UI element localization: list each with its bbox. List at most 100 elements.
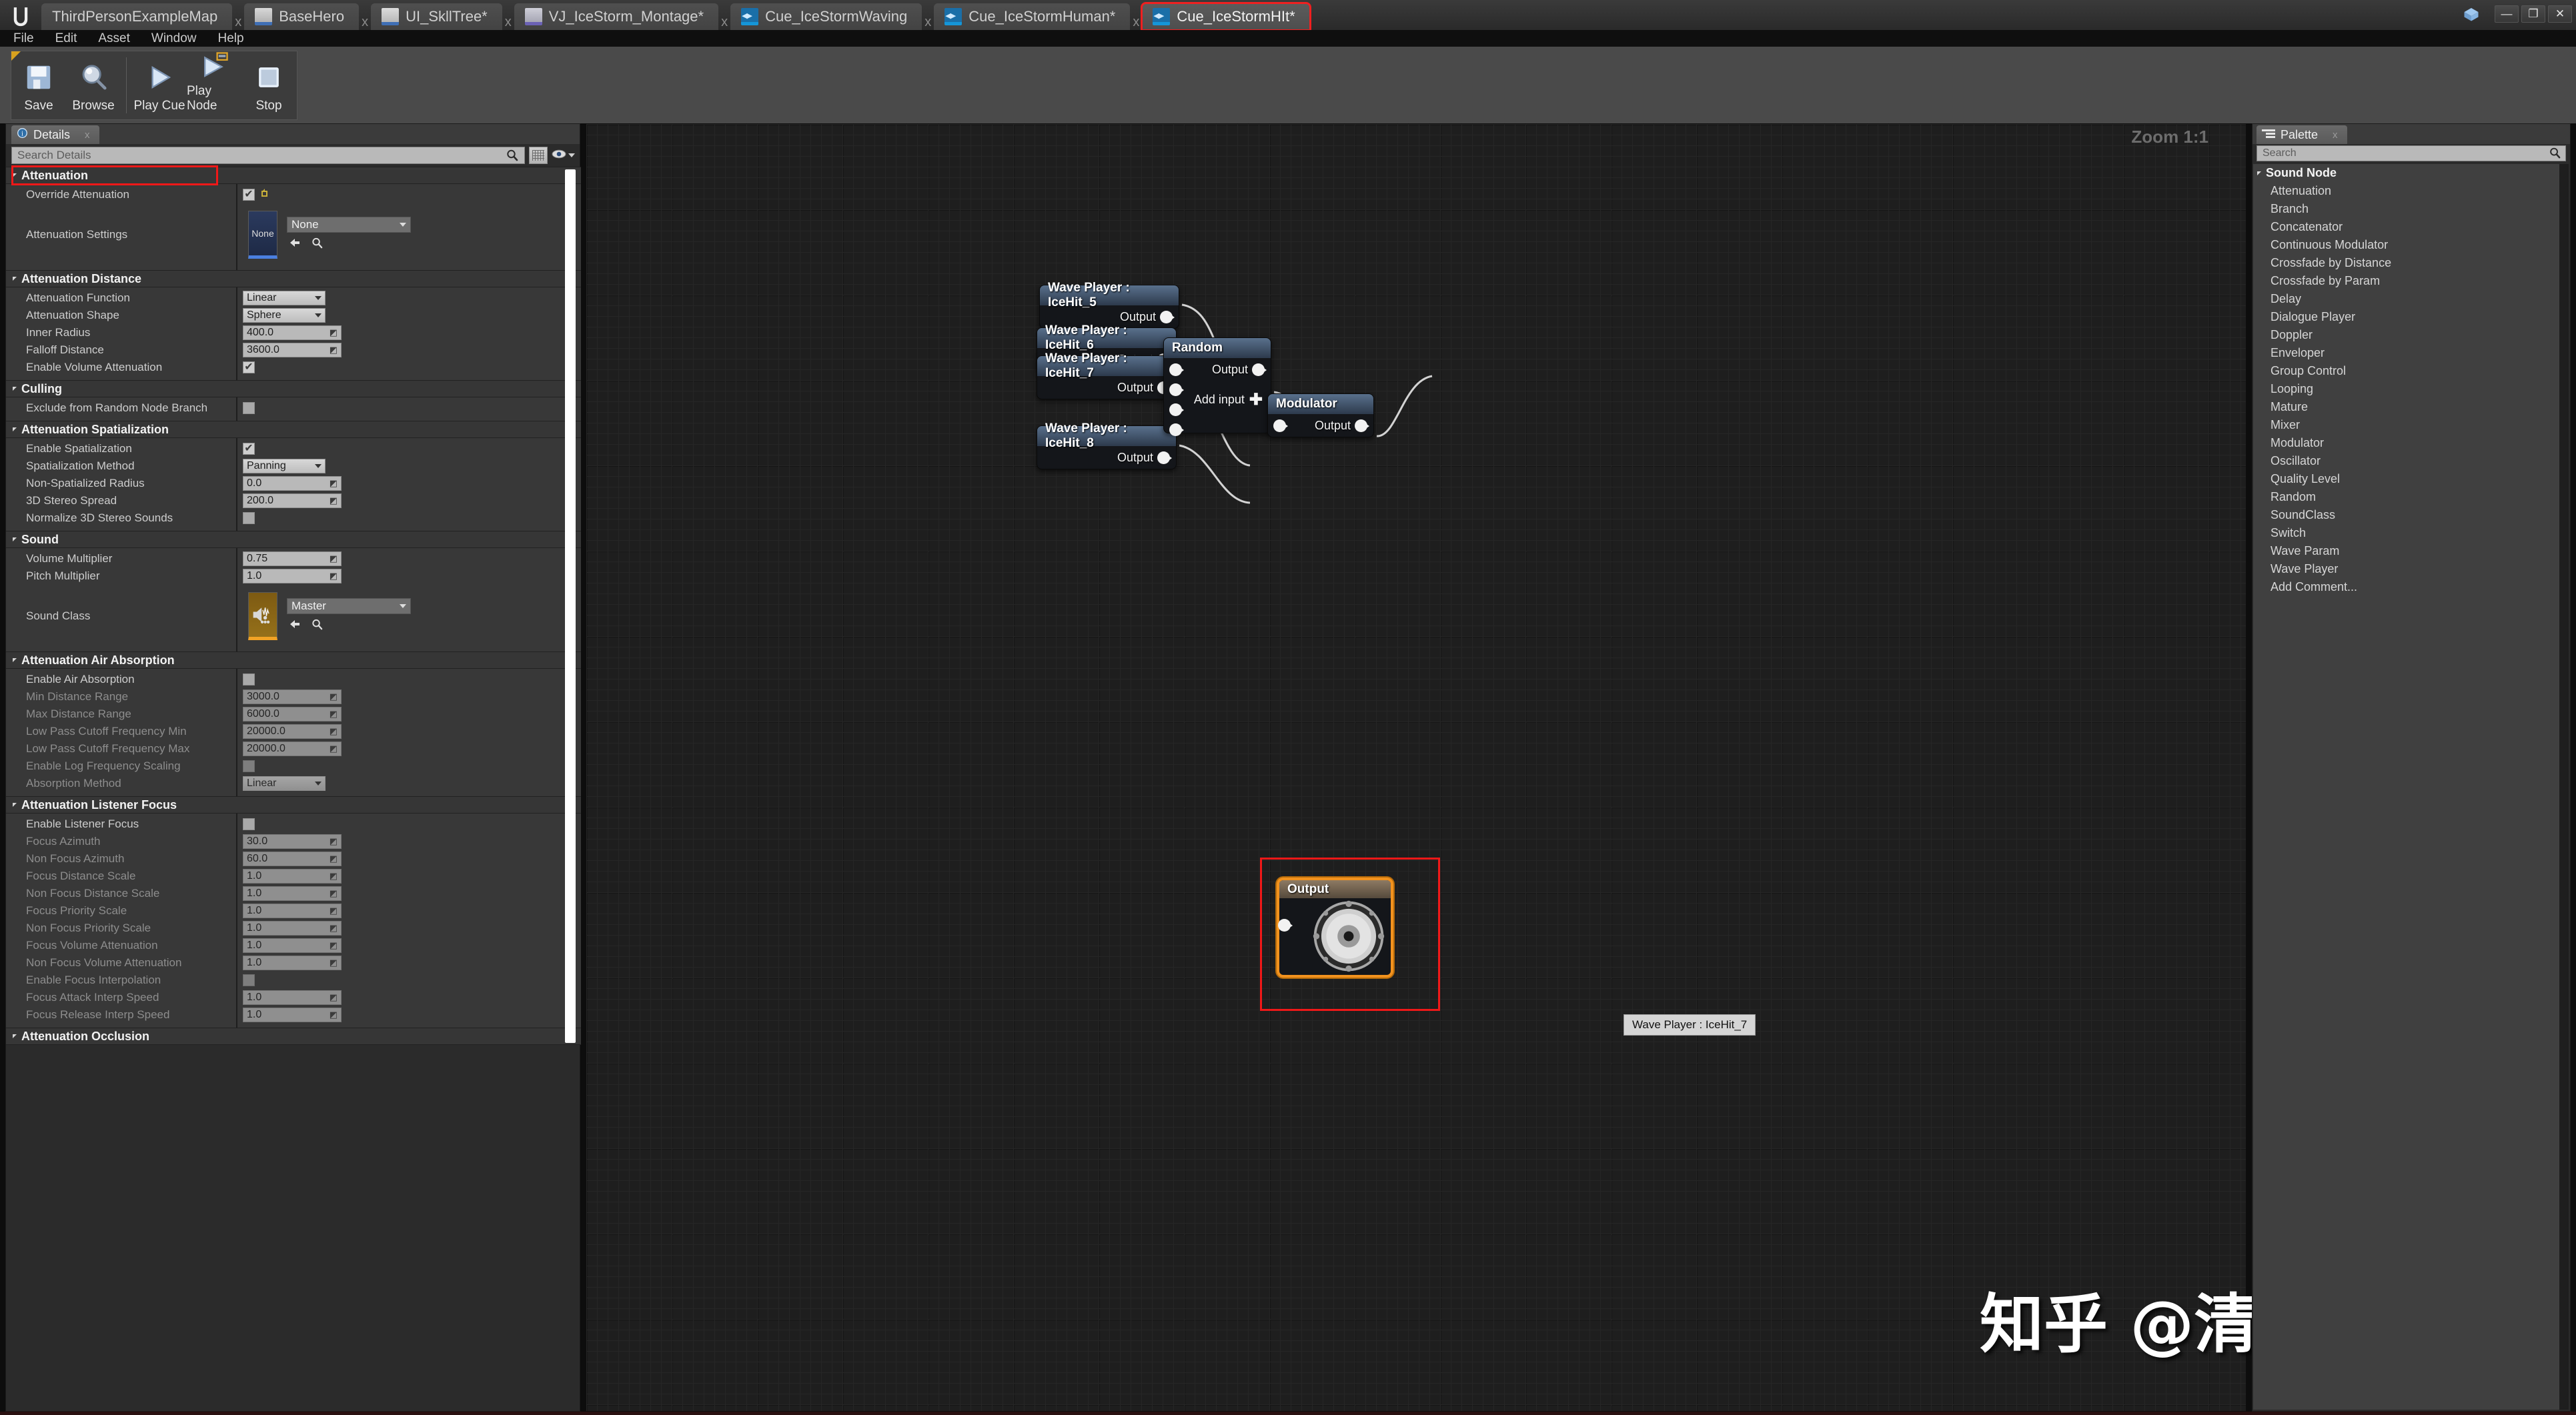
node-modulator[interactable]: Modulator Output [1267,393,1374,437]
property-number-input[interactable]: 1.0 ◩ [243,1008,342,1022]
toolbar-group-playback[interactable]: Play Cue Play Node Stop [132,51,296,119]
details-content[interactable]: Attenuation Override Attenuation ✔ Attenuat… [6,167,581,1412]
palette-item-looping[interactable]: Looping [2253,380,2560,398]
editor-tab-strip[interactable]: ThirdPersonExampleMap x BaseHero x UI_SkllTr… [41,2,1311,31]
property-checkbox[interactable] [243,673,255,685]
property-checkbox[interactable]: ✔ [243,443,255,455]
browse-arrow-icon[interactable] [288,618,301,634]
spinner-icon[interactable]: ◩ [330,906,338,916]
close-button[interactable]: ✕ [2548,5,2572,23]
play-node-button[interactable]: Play Node [187,52,241,117]
tab-close-icon[interactable]: x [718,15,730,30]
node-output-pin[interactable] [1355,419,1369,432]
tab-details[interactable]: i Details x [11,125,99,144]
magnifier-icon[interactable] [311,618,324,634]
node-input-pin[interactable] [1169,403,1184,416]
editor-tab-2[interactable]: UI_SkllTree* [371,3,502,30]
close-icon[interactable]: x [85,129,90,141]
property-number-input[interactable]: 1.0 ◩ [243,938,342,953]
spinner-icon[interactable]: ◩ [330,553,338,564]
spinner-icon[interactable]: ◩ [330,726,338,737]
details-category-sound[interactable]: Sound [6,531,581,548]
palette-item-wave-param[interactable]: Wave Param [2253,542,2560,560]
save-button[interactable]: Save [11,53,66,117]
property-combo[interactable]: Linear [243,776,326,791]
tab-close-icon[interactable]: x [232,15,244,30]
spinner-icon[interactable]: ◩ [330,923,338,934]
palette-item-enveloper[interactable]: Enveloper [2253,344,2560,362]
spinner-icon[interactable]: ◩ [330,478,338,489]
close-icon[interactable]: x [2333,129,2338,141]
spinner-icon[interactable]: ◩ [330,327,338,338]
asset-picker-combo[interactable]: None [287,217,411,233]
node-input-pin[interactable] [1273,419,1288,432]
node-output-pin[interactable] [1157,451,1172,464]
browse-button[interactable]: Browse [66,53,121,117]
details-category-culling[interactable]: Culling [6,380,581,397]
property-number-input[interactable]: 30.0 ◩ [243,834,342,849]
menu-edit[interactable]: Edit [55,31,77,46]
spinner-icon[interactable]: ◩ [330,744,338,754]
restore-button[interactable]: ❐ [2521,5,2545,23]
property-number-input[interactable]: 60.0 ◩ [243,852,342,866]
tab-close-icon[interactable]: x [502,15,514,30]
node-wp7[interactable]: Wave Player : IceHit_7 Output [1037,351,1177,399]
property-checkbox[interactable] [243,402,255,414]
property-number-input[interactable]: 0.75 ◩ [243,551,342,566]
property-checkbox[interactable] [243,818,255,830]
spinner-icon[interactable]: ◩ [330,495,338,506]
magnifier-icon[interactable] [311,237,324,253]
menu-help[interactable]: Help [217,31,243,46]
tab-close-icon[interactable]: x [1130,15,1142,30]
editor-tab-6[interactable]: Cue_IceStormHIt* [1141,2,1311,31]
node-add-input-button[interactable]: Add input ✚ [1194,391,1263,407]
palette-item-wave-player[interactable]: Wave Player [2253,560,2560,578]
spinner-icon[interactable]: ◩ [330,709,338,720]
window-controls[interactable]: — ❐ ✕ [2457,3,2572,25]
node-input-pin[interactable] [1169,363,1184,376]
grid-view-icon[interactable] [529,147,548,164]
spinner-icon[interactable]: ◩ [330,940,338,951]
details-category-attenuation[interactable]: Attenuation [6,167,581,184]
node-output-pin[interactable] [1252,363,1267,376]
property-number-input[interactable]: 400.0 ◩ [243,325,342,340]
spinner-icon[interactable]: ◩ [330,958,338,968]
node-output-input-pin[interactable] [1278,919,1293,932]
spinner-icon[interactable]: ◩ [330,345,338,355]
palette-scrollbar[interactable] [2559,164,2569,1410]
palette-item-mature[interactable]: Mature [2253,398,2560,416]
node-input-pin[interactable] [1169,383,1184,396]
visibility-options-button[interactable] [551,147,575,164]
asset-picker-combo[interactable]: Master [287,598,411,614]
details-category-attenuation-spatialization[interactable]: Attenuation Spatialization [6,421,581,438]
spinner-icon[interactable]: ◩ [330,571,338,581]
details-scrollbar[interactable] [565,169,576,1043]
property-checkbox[interactable]: ✔ [243,361,255,373]
property-number-input[interactable]: 1.0 ◩ [243,990,342,1005]
search-input[interactable]: Search Details [11,147,525,164]
property-number-input[interactable]: 1.0 ◩ [243,904,342,918]
play-cue-button[interactable]: Play Cue [132,53,187,117]
palette-item-continuous-modulator[interactable]: Continuous Modulator [2253,236,2560,254]
menu-file[interactable]: File [13,31,34,46]
tab-close-icon[interactable]: x [922,15,934,30]
node-random[interactable]: Random Output Add input ✚ [1163,337,1271,436]
reset-arrow-icon[interactable] [260,188,271,202]
property-number-input[interactable]: 3600.0 ◩ [243,343,342,357]
editor-tab-1[interactable]: BaseHero [244,3,360,30]
browse-arrow-icon[interactable] [288,237,301,253]
menu-window[interactable]: Window [151,31,197,46]
palette-item-dialogue-player[interactable]: Dialogue Player [2253,308,2560,326]
palette-item-add-comment[interactable]: Add Comment... [2253,578,2560,596]
editor-tab-0[interactable]: ThirdPersonExampleMap [41,3,233,30]
details-sections[interactable]: Attenuation Override Attenuation ✔ Attenuat… [6,167,581,1045]
palette-item-soundclass[interactable]: SoundClass [2253,506,2560,524]
stop-button[interactable]: Stop [241,53,296,117]
property-combo[interactable]: Panning [243,459,326,473]
palette-list[interactable]: Sound Node Attenuation Branch Concatenator… [2253,164,2560,1410]
details-search-row[interactable]: Search Details [6,144,580,167]
property-number-input[interactable]: 1.0 ◩ [243,956,342,970]
editor-tab-3[interactable]: VJ_IceStorm_Montage* [514,3,719,30]
details-category-attenuation-occlusion[interactable]: Attenuation Occlusion [6,1028,581,1045]
property-combo[interactable]: Sphere [243,308,326,323]
